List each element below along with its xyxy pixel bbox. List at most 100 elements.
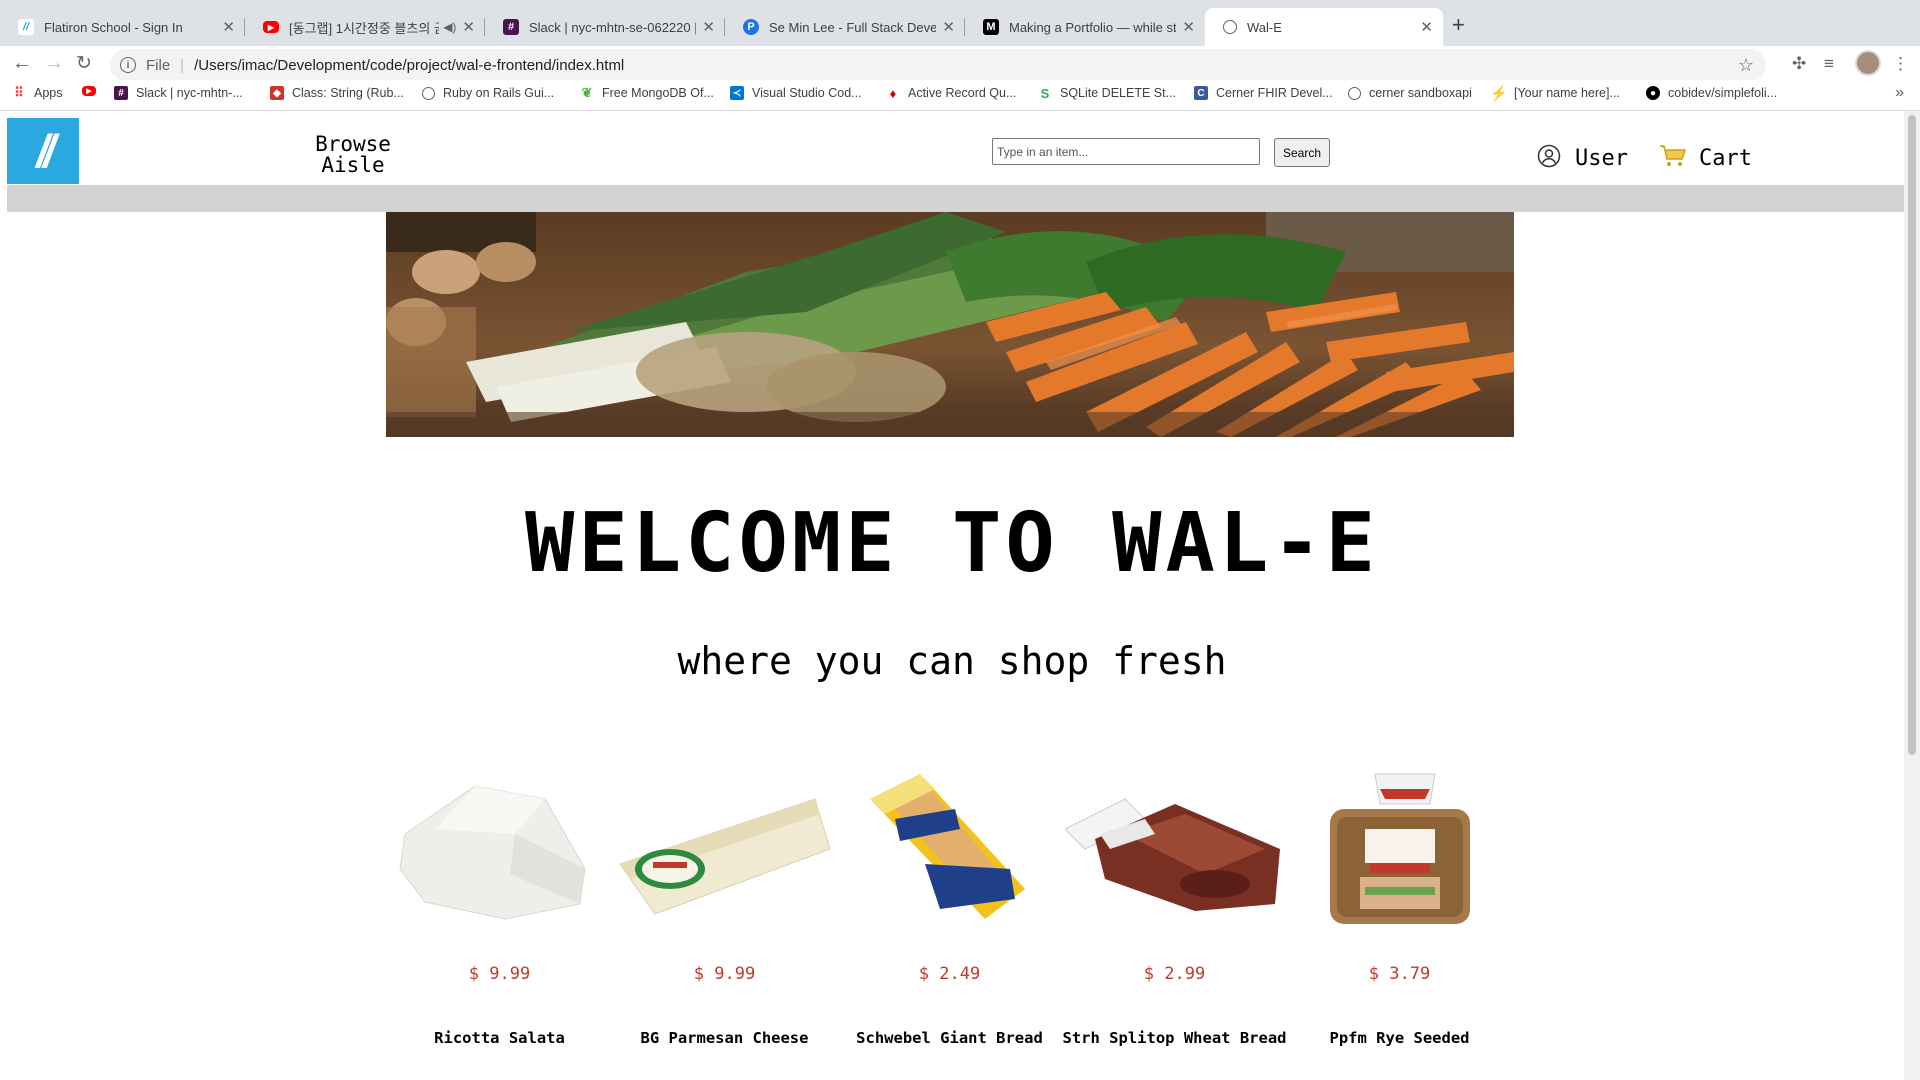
address-url[interactable]: /Users/imac/Development/code/project/wal… [194, 57, 624, 74]
user-icon [1537, 144, 1561, 167]
bookmark-label: Apps [34, 86, 63, 100]
bookmark-item[interactable]: S SQLite DELETE St... [1038, 85, 1176, 101]
bookmark-item[interactable]: # Slack | nyc-mhtn-... [114, 86, 243, 100]
product-name[interactable]: Strh Splitop Wheat Bread [1062, 1029, 1287, 1047]
bookmark-item[interactable]: C Cerner FHIR Devel... [1194, 86, 1333, 100]
chevron-right-icon[interactable]: » [1895, 84, 1904, 102]
product-image-schwebel-bread[interactable] [837, 774, 1062, 924]
nav-divider-bar [7, 185, 1904, 212]
bookmark-item[interactable]: cerner sandboxapi [1348, 86, 1472, 100]
bolt-icon: ⚡ [1490, 84, 1508, 101]
tab-wal-e[interactable]: Wal-E ✕ [1205, 8, 1443, 46]
product-price: $ 9.99 [468, 964, 531, 984]
back-arrow-icon[interactable]: ← [12, 52, 32, 75]
close-icon[interactable]: ✕ [942, 18, 955, 36]
youtube-icon: ▶ [82, 86, 96, 96]
cart-link[interactable]: Cart [1659, 140, 1752, 171]
reading-list-icon[interactable]: ≡ [1824, 54, 1834, 74]
address-scheme: File [146, 56, 171, 74]
product-price: $ 9.99 [693, 964, 756, 984]
youtube-icon: ▶ [263, 21, 279, 33]
bookmark-label: Class: String (Rub... [292, 86, 404, 100]
vscode-icon: ≺ [730, 86, 744, 100]
tab-flatiron[interactable]: // Flatiron School - Sign In ✕ [0, 8, 245, 46]
bookmark-item[interactable]: ≺ Visual Studio Cod... [730, 86, 862, 100]
new-tab-button[interactable]: + [1452, 12, 1465, 38]
apps-icon: ⠿ [14, 85, 24, 100]
hero-banner-image [386, 212, 1514, 437]
sqlite-icon: S [1040, 85, 1050, 101]
product-card[interactable]: $ 2.49 Schwebel Giant Bread [837, 774, 1062, 1047]
wal-e-logo[interactable]: // [7, 118, 79, 184]
product-card[interactable]: $ 9.99 BG Parmesan Cheese [612, 774, 837, 1047]
mongodb-icon: ❦ [581, 85, 593, 100]
bookmark-label: Cerner FHIR Devel... [1216, 86, 1333, 100]
bookmark-label: Slack | nyc-mhtn-... [136, 86, 243, 100]
tab-title: Se Min Lee - Full Stack Develop [769, 19, 937, 35]
rails-icon: ♦ [889, 85, 897, 101]
bookmark-item[interactable]: ❦ Free MongoDB Of... [580, 85, 714, 100]
close-icon[interactable]: ✕ [1420, 18, 1433, 36]
site-navbar: // Browse Aisle Search User Cart [7, 118, 1904, 192]
bookmark-item[interactable]: Ruby on Rails Gui... [422, 86, 554, 100]
forward-arrow-icon[interactable]: → [44, 52, 64, 75]
tab-portfolio[interactable]: P Se Min Lee - Full Stack Develop ✕ [725, 8, 965, 46]
bookmark-item[interactable]: ▶ [82, 86, 104, 96]
tab-slack[interactable]: # Slack | nyc-mhtn-se-062220 | ✕ [485, 8, 725, 46]
tab-title: Flatiron School - Sign In [44, 19, 183, 35]
bookmark-star-icon[interactable]: ☆ [1738, 55, 1754, 76]
close-icon[interactable]: ✕ [222, 18, 235, 36]
speaker-icon[interactable]: ◀) [443, 20, 456, 34]
bookmark-item[interactable]: ● cobidev/simplefoli... [1646, 86, 1777, 100]
product-image-wheat-bread[interactable] [1062, 774, 1287, 924]
product-card[interactable]: $ 2.99 Strh Splitop Wheat Bread [1062, 774, 1287, 1047]
user-link[interactable]: User [1537, 140, 1628, 171]
cerner-icon: C [1194, 86, 1208, 100]
product-price: $ 2.49 [918, 964, 981, 984]
browser-tab-strip: // Flatiron School - Sign In ✕ ▶ [동그랩] 1… [0, 0, 1920, 46]
shopping-cart-icon [1660, 144, 1687, 166]
close-icon[interactable]: ✕ [1182, 18, 1195, 36]
product-price: $ 3.79 [1368, 964, 1431, 984]
product-name[interactable]: Schwebel Giant Bread [837, 1029, 1062, 1047]
menu-kebab-icon[interactable]: ⋮ [1892, 54, 1909, 74]
product-image-rye-bread[interactable] [1287, 773, 1512, 924]
tab-medium[interactable]: M Making a Portfolio — while stu ✕ [965, 8, 1205, 46]
slack-icon: # [503, 19, 519, 35]
close-icon[interactable]: ✕ [702, 18, 715, 36]
product-card[interactable]: $ 9.99 Ricotta Salata [387, 774, 612, 1047]
page-viewport: // Browse Aisle Search User Cart [0, 111, 1904, 1080]
product-name[interactable]: Ppfm Rye Seeded [1287, 1029, 1512, 1047]
tab-youtube[interactable]: ▶ [동그랩] 1시간정중 블츠의 금발 ◀) ✕ [245, 8, 485, 46]
tab-title: Making a Portfolio — while stu [1009, 19, 1177, 35]
bookmark-label: cerner sandboxapi [1369, 86, 1472, 100]
avatar[interactable] [1855, 50, 1881, 76]
close-icon[interactable]: ✕ [462, 18, 475, 36]
bookmark-label: Free MongoDB Of... [602, 86, 714, 100]
bookmark-item[interactable]: ⠿ Apps [12, 85, 63, 100]
globe-icon [422, 86, 435, 100]
github-icon: ● [1646, 86, 1660, 100]
bookmark-item[interactable]: ♦ Active Record Qu... [886, 85, 1017, 101]
vertical-scrollbar[interactable] [1904, 111, 1920, 1080]
scrollbar-thumb[interactable] [1908, 115, 1916, 755]
search-button[interactable]: Search [1274, 138, 1330, 167]
reload-icon[interactable]: ↻ [76, 52, 92, 75]
bookmark-label: Active Record Qu... [908, 86, 1017, 100]
info-icon[interactable]: i [120, 57, 136, 73]
product-name[interactable]: Ricotta Salata [387, 1029, 612, 1047]
address-bar[interactable]: i File | /Users/imac/Development/code/pr… [110, 49, 1766, 81]
bookmark-label: cobidev/simplefoli... [1668, 86, 1778, 100]
product-image-parmesan[interactable] [612, 774, 837, 924]
search-input[interactable] [992, 138, 1260, 165]
browse-aisle-link[interactable]: Browse Aisle [307, 134, 399, 176]
extensions-icon[interactable]: ✣ [1792, 54, 1806, 74]
bookmark-label: Visual Studio Cod... [752, 86, 862, 100]
product-name[interactable]: BG Parmesan Cheese [612, 1029, 837, 1047]
slack-icon: # [114, 86, 128, 100]
welcome-heading: WELCOME TO WAL-E [525, 496, 1379, 591]
bookmark-item[interactable]: ◆ Class: String (Rub... [270, 86, 404, 100]
product-image-ricotta[interactable] [387, 774, 612, 924]
bookmark-item[interactable]: ⚡ [Your name here]... [1490, 84, 1620, 101]
product-card[interactable]: $ 3.79 Ppfm Rye Seeded [1287, 773, 1512, 1047]
